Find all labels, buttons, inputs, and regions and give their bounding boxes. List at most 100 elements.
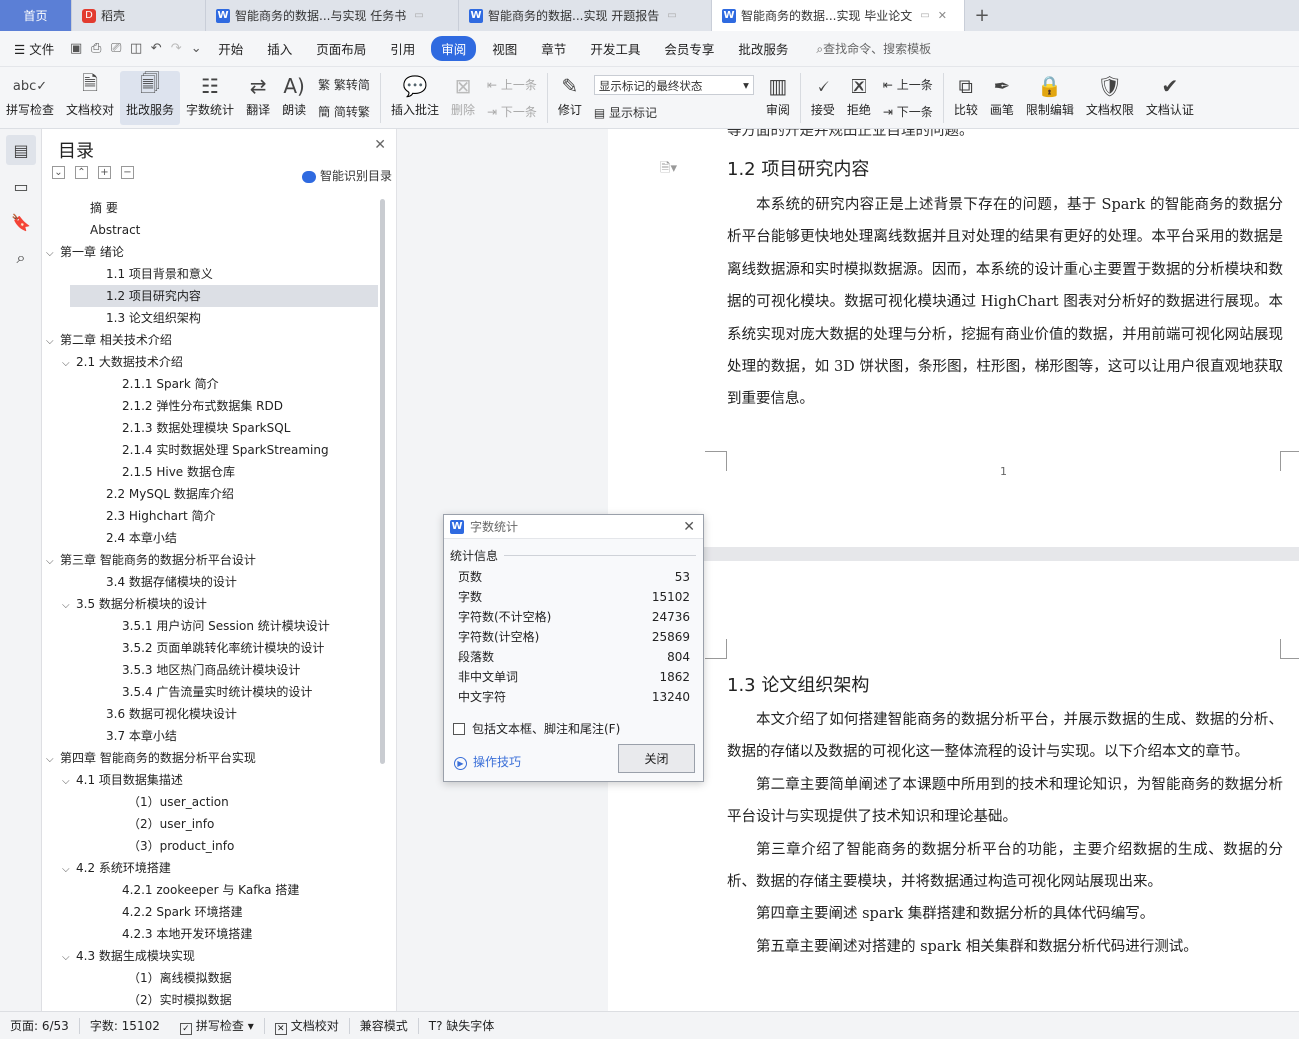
tab-proposal[interactable]: W 智能商务的数据...实现 开题报告 ▭ <box>459 0 712 31</box>
translate-button[interactable]: ⇄ 翻译 <box>240 71 276 125</box>
close-icon[interactable]: ✕ <box>683 519 695 535</box>
chevron-down-icon[interactable]: ⌵ <box>62 859 76 881</box>
toc-item[interactable]: （2）实时模拟数据 <box>42 989 378 1009</box>
tab-thesis[interactable]: W 智能商务的数据...实现 毕业论文 ▭ ✕ <box>712 0 965 31</box>
next-comment-button[interactable]: ⇥ 下一条 <box>487 103 537 120</box>
toc-item[interactable]: ⌵ 3.5 数据分析模块的设计 <box>42 593 378 615</box>
trad-to-simp-button[interactable]: 繁 繁转简 <box>318 76 370 93</box>
toc-item[interactable]: 3.6 数据可视化模块设计 <box>42 703 378 725</box>
toc-item[interactable]: 2.4 本章小结 <box>42 527 378 549</box>
markup-state-select[interactable]: 显示标记的最终状态 ▾ <box>593 75 754 96</box>
toc-item[interactable]: 1.3 论文组织架构 <box>42 307 378 329</box>
chevron-down-icon[interactable]: ⌵ <box>62 947 76 969</box>
menu-developer[interactable]: 开发工具 <box>578 39 652 58</box>
doc-permission-button[interactable]: 🛡 文档权限 <box>1080 71 1140 125</box>
page-indicator[interactable]: 页面: 6/53 <box>0 1017 79 1034</box>
chevron-down-icon[interactable]: ⌵ <box>46 749 60 771</box>
spellcheck-status[interactable]: ✓ 拼写检查 ▾ <box>170 1017 264 1035</box>
new-tab-button[interactable]: + <box>965 0 999 31</box>
pen-button[interactable]: ✒ 画笔 <box>984 71 1020 125</box>
document-canvas[interactable]: 等方面的开是并规田正业目理的问题。 🗎▾ 1.2 项目研究内容 本系统的研究内容… <box>608 129 1299 1011</box>
toc-item[interactable]: 摘 要 <box>42 197 378 219</box>
redo-icon[interactable]: ↷ <box>166 41 186 56</box>
missing-font-status[interactable]: T? 缺失字体 <box>419 1017 505 1034</box>
menu-insert[interactable]: 插入 <box>255 39 304 58</box>
toc-item[interactable]: 2.1.4 实时数据处理 SparkStreaming <box>42 439 378 461</box>
tips-link[interactable]: ▶ 操作技巧 <box>454 753 521 770</box>
restrict-edit-button[interactable]: 🔒 限制编辑 <box>1020 71 1080 125</box>
toc-item[interactable]: 4.2.3 本地开发环境搭建 <box>42 923 378 945</box>
correction-service-button[interactable]: 🗐 批改服务 <box>120 71 181 125</box>
tab-task-book[interactable]: W 智能商务的数据...与实现 任务书 ▭ <box>206 0 459 31</box>
track-changes-button[interactable]: ✎ 修订 <box>552 71 588 125</box>
menu-correction[interactable]: 批改服务 <box>726 39 800 58</box>
print-preview-icon[interactable]: ◫ <box>126 41 146 56</box>
toc-item[interactable]: 2.3 Highchart 简介 <box>42 505 378 527</box>
proofread-status[interactable]: ✕ 文档校对 <box>265 1017 349 1035</box>
save-icon[interactable]: ▣ <box>66 41 86 56</box>
file-menu[interactable]: ☰ 文件 <box>0 39 66 58</box>
toc-item[interactable]: ⌵ 第三章 智能商务的数据分析平台设计 <box>42 549 378 571</box>
prev-comment-button[interactable]: ⇤ 上一条 <box>487 76 537 93</box>
remove-heading-icon[interactable]: − <box>121 166 134 179</box>
accept-button[interactable]: 🗸 接受 <box>805 71 841 125</box>
review-pane-button[interactable]: ▥ 审阅 <box>760 71 796 125</box>
menu-chapter[interactable]: 章节 <box>529 39 578 58</box>
wordcount-button[interactable]: ☷ 字数统计 <box>180 71 240 125</box>
chevron-down-icon[interactable]: ⌵ <box>46 551 60 573</box>
toc-item[interactable]: ⌵ 2.1 大数据技术介绍 <box>42 351 378 373</box>
insert-comment-button[interactable]: 💬 插入批注 <box>385 71 445 125</box>
toc-item[interactable]: ⌵ 第四章 智能商务的数据分析平台实现 <box>42 747 378 769</box>
toc-item[interactable]: （2）user_info <box>42 813 378 835</box>
bookmark-icon[interactable]: 🔖 <box>6 207 36 237</box>
toc-item[interactable]: ⌵ 4.3 数据生成模块实现 <box>42 945 378 967</box>
toc-item[interactable]: 3.7 本章小结 <box>42 725 378 747</box>
toc-item[interactable]: 4.2.2 Spark 环境搭建 <box>42 901 378 923</box>
collapse-all-icon[interactable]: ⌄ <box>52 166 65 179</box>
show-markup-button[interactable]: ▤ 显示标记 <box>594 104 754 121</box>
tab-pin-icon[interactable]: ▭ <box>920 10 929 21</box>
toc-item[interactable]: ⌵ 第一章 绪论 <box>42 241 378 263</box>
read-aloud-button[interactable]: A) 朗读 <box>276 71 312 125</box>
word-count-indicator[interactable]: 字数: 15102 <box>80 1017 170 1034</box>
close-button[interactable]: 关闭 <box>618 744 695 773</box>
toc-item[interactable]: 3.5.1 用户访问 Session 统计模块设计 <box>42 615 378 637</box>
simp-to-trad-button[interactable]: 簡 简转繁 <box>318 103 370 120</box>
search-icon[interactable]: ⌕ <box>6 243 36 273</box>
toc-panel-icon[interactable]: ▤ <box>6 135 36 165</box>
command-search[interactable]: ⌕查找命令、搜索模板 <box>816 40 931 57</box>
toc-item[interactable]: ⌵ 4.1 项目数据集描述 <box>42 769 378 791</box>
toc-item[interactable]: 3.4 数据存储模块的设计 <box>42 571 378 593</box>
toc-item[interactable]: 1.1 项目背景和意义 <box>42 263 378 285</box>
toc-item[interactable]: 2.1.3 数据处理模块 SparkSQL <box>42 417 378 439</box>
checkbox-box[interactable] <box>453 722 465 735</box>
tab-home[interactable]: 首页 <box>0 0 72 31</box>
expand-up-icon[interactable]: ⌃ <box>75 166 88 179</box>
menu-member[interactable]: 会员专享 <box>652 39 726 58</box>
toc-item[interactable]: （1）user_action <box>42 791 378 813</box>
spellcheck-button[interactable]: abc✓ 拼写检查 <box>0 71 60 125</box>
chevron-down-icon[interactable]: ⌵ <box>62 595 76 617</box>
toc-item[interactable]: 3.5.2 页面单跳转化率统计模块的设计 <box>42 637 378 659</box>
close-icon[interactable]: ✕ <box>374 137 386 153</box>
tab-pin-icon[interactable]: ▭ <box>667 10 676 21</box>
tab-pin-icon[interactable]: ▭ <box>414 10 423 21</box>
chevron-down-icon[interactable]: ⌵ <box>46 243 60 265</box>
chevron-down-icon[interactable]: ⌵ <box>62 353 76 375</box>
toc-item[interactable]: （1）离线模拟数据 <box>42 967 378 989</box>
menu-layout[interactable]: 页面布局 <box>304 39 378 58</box>
print-icon[interactable]: ⎚ <box>106 41 126 56</box>
toc-item[interactable]: 3.5.4 广告流量实时统计模块的设计 <box>42 681 378 703</box>
toc-item[interactable]: 2.1.5 Hive 数据仓库 <box>42 461 378 483</box>
toc-item[interactable]: 2.1.1 Spark 简介 <box>42 373 378 395</box>
doc-cert-button[interactable]: ✔ 文档认证 <box>1140 71 1200 125</box>
menu-references[interactable]: 引用 <box>378 39 427 58</box>
menu-home[interactable]: 开始 <box>206 39 255 58</box>
tab-docer[interactable]: D 稻壳 <box>72 0 206 31</box>
toc-item[interactable]: ⌵ 第二章 相关技术介绍 <box>42 329 378 351</box>
close-icon[interactable]: ✕ <box>938 9 947 22</box>
toc-item[interactable]: 1.2 项目研究内容 <box>70 285 378 307</box>
proofread-button[interactable]: 🗎 文档校对 <box>60 71 120 125</box>
smart-toc-button[interactable]: 智能识别目录 <box>301 167 392 184</box>
toc-item[interactable]: 4.2.1 zookeeper 与 Kafka 搭建 <box>42 879 378 901</box>
